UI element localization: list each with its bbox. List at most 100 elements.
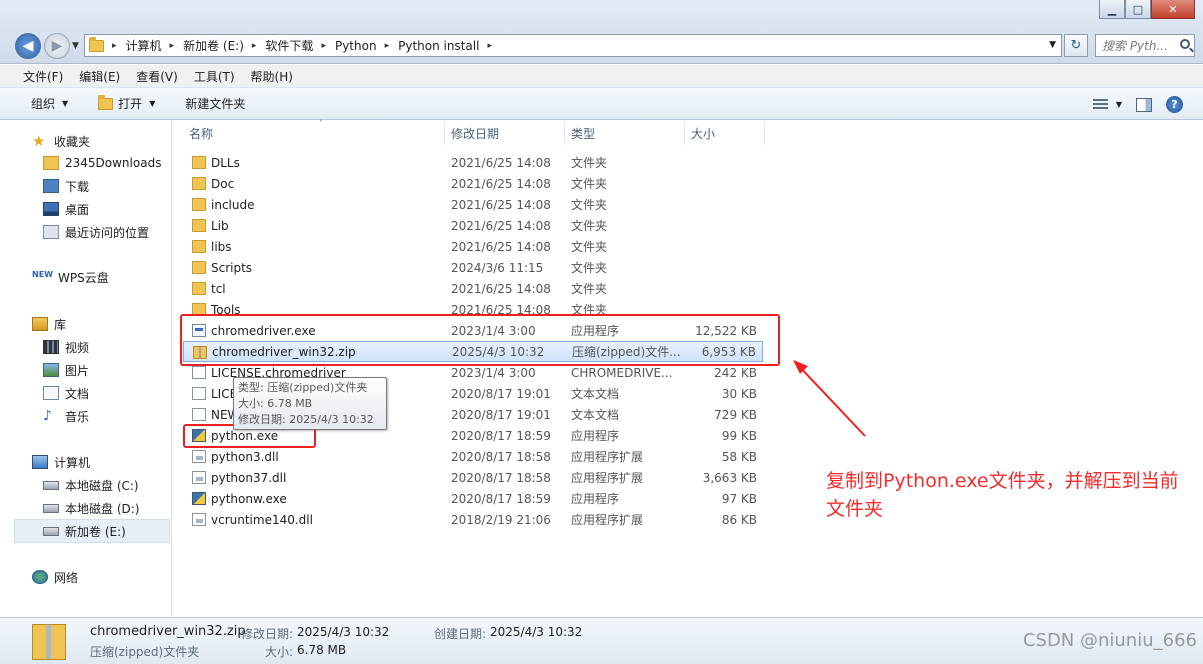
- chevron-right-icon[interactable]: ▸: [487, 41, 492, 51]
- folder-icon: [192, 198, 206, 211]
- zip-file-icon: [32, 624, 66, 660]
- forward-button[interactable]: ▶: [44, 33, 70, 59]
- sidebar-item-documents[interactable]: 文档: [43, 383, 89, 403]
- sidebar-item-downloads[interactable]: 下载: [43, 176, 89, 196]
- chevron-right-icon[interactable]: ▸: [170, 41, 175, 51]
- file-name: Doc: [211, 176, 235, 191]
- folder-icon: [192, 282, 206, 295]
- organize-button[interactable]: 组织 ▼: [31, 95, 68, 112]
- address-bar[interactable]: ▸ 计算机 ▸ 新加卷 (E:) ▸ 软件下载 ▸ Python ▸ Pytho…: [84, 34, 1062, 57]
- folder-icon: [192, 240, 206, 253]
- annotation-highlight-box: [180, 314, 780, 366]
- chevron-down-icon: ▼: [149, 99, 156, 108]
- file-row[interactable]: python37.dll 2020/8/17 18:58 应用程序扩展 3,663 K…: [183, 467, 763, 488]
- sidebar-item-label: 下载: [65, 179, 90, 194]
- address-history-dropdown[interactable]: ▼: [1049, 40, 1056, 50]
- menu-view[interactable]: 查看(V): [136, 68, 178, 85]
- new-folder-button[interactable]: 新建文件夹: [185, 95, 245, 112]
- navigation-pane: ★ 收藏夹 2345Downloads 下载 桌面 最近访问的位置 NEW WP…: [0, 121, 172, 616]
- breadcrumb-python-install[interactable]: Python install: [398, 39, 479, 53]
- organize-label: 组织: [31, 97, 56, 111]
- file-date: 2020/8/17 18:59: [451, 491, 551, 506]
- help-icon[interactable]: ?: [1166, 96, 1183, 113]
- back-button[interactable]: ◀: [15, 33, 41, 59]
- close-button[interactable]: ✕: [1151, 0, 1195, 19]
- breadcrumb-computer[interactable]: 计算机: [126, 37, 162, 54]
- sidebar-item-pictures[interactable]: 图片: [43, 360, 89, 380]
- file-row[interactable]: python3.dll 2020/8/17 18:58 应用程序扩展 58 KB: [183, 446, 763, 467]
- breadcrumb-software-downloads[interactable]: 软件下载: [265, 37, 313, 54]
- file-date: 2021/6/25 14:08: [451, 155, 551, 170]
- column-header-size[interactable]: 大小: [685, 121, 765, 145]
- sidebar-item-label: 文档: [65, 386, 90, 401]
- column-header-type[interactable]: 类型: [565, 121, 685, 145]
- open-label: 打开: [118, 97, 143, 111]
- file-row[interactable]: tcl 2021/6/25 14:08 文件夹: [183, 278, 763, 299]
- details-created-label: 创建日期:: [434, 627, 487, 641]
- sidebar-item-music[interactable]: ♪ 音乐: [43, 406, 89, 426]
- file-icon: [192, 387, 206, 400]
- sidebar-item-recent-places[interactable]: 最近访问的位置: [43, 222, 149, 242]
- sidebar-item-wps-cloud[interactable]: NEW WPS云盘: [32, 267, 109, 287]
- file-size: 97 KB: [721, 491, 757, 506]
- menu-edit[interactable]: 编辑(E): [79, 68, 120, 85]
- sidebar-item-drive-e[interactable]: 新加卷 (E:): [43, 521, 126, 541]
- annotation-arrow-icon: [793, 360, 866, 437]
- file-row[interactable]: DLLs 2021/6/25 14:08 文件夹: [183, 152, 763, 173]
- file-row[interactable]: include 2021/6/25 14:08 文件夹: [183, 194, 763, 215]
- file-date: 2020/8/17 18:58: [451, 449, 551, 464]
- file-row[interactable]: libs 2021/6/25 14:08 文件夹: [183, 236, 763, 257]
- details-modified-label: 修改日期:: [241, 627, 294, 641]
- network-icon: [32, 570, 48, 584]
- chevron-right-icon[interactable]: ▸: [112, 41, 117, 51]
- file-date: 2020/8/17 18:59: [451, 428, 551, 443]
- breadcrumb-drive-e[interactable]: 新加卷 (E:): [183, 37, 244, 54]
- file-row[interactable]: vcruntime140.dll 2018/2/19 21:06 应用程序扩展 86 …: [183, 509, 763, 530]
- details-modified-value: 2025/4/3 10:32: [297, 625, 390, 639]
- sidebar-item-2345downloads[interactable]: 2345Downloads: [43, 153, 161, 173]
- open-button[interactable]: 打开 ▼: [98, 94, 156, 112]
- sidebar-item-network[interactable]: 网络: [32, 567, 78, 587]
- sidebar-item-favorites[interactable]: ★ 收藏夹: [32, 131, 90, 151]
- file-date: 2023/1/4 3:00: [451, 365, 536, 380]
- file-type: CHROMEDRIVE...: [571, 365, 673, 380]
- search-icon[interactable]: [1180, 39, 1190, 49]
- change-view-icon[interactable]: [1092, 98, 1108, 111]
- maximize-button[interactable]: □: [1125, 0, 1151, 19]
- sidebar-item-computer[interactable]: 计算机: [32, 452, 90, 472]
- chevron-right-icon[interactable]: ▸: [385, 41, 390, 51]
- folder-icon: [192, 261, 206, 274]
- file-row[interactable]: Lib 2021/6/25 14:08 文件夹: [183, 215, 763, 236]
- menu-tools[interactable]: 工具(T): [194, 68, 235, 85]
- file-type: 文件夹: [571, 177, 608, 191]
- hard-disk-icon: [43, 480, 59, 490]
- file-row[interactable]: Scripts 2024/3/6 11:15 文件夹: [183, 257, 763, 278]
- column-headers: 名称 ˄ 修改日期 类型 大小: [173, 119, 765, 145]
- file-name: python37.dll: [211, 470, 287, 485]
- file-row[interactable]: Doc 2021/6/25 14:08 文件夹: [183, 173, 763, 194]
- sidebar-item-desktop[interactable]: 桌面: [43, 199, 89, 219]
- dll-file-icon: [192, 471, 206, 484]
- chevron-down-icon[interactable]: ▼: [1116, 100, 1122, 109]
- file-name: include: [211, 197, 255, 212]
- menu-help[interactable]: 帮助(H): [251, 68, 293, 85]
- sidebar-item-drive-c[interactable]: 本地磁盘 (C:): [43, 475, 139, 495]
- sidebar-item-drive-d[interactable]: 本地磁盘 (D:): [43, 498, 139, 518]
- menu-file[interactable]: 文件(F): [23, 68, 63, 85]
- search-input[interactable]: 搜索 Pyth...: [1095, 34, 1195, 57]
- file-date: 2024/3/6 11:15: [451, 260, 544, 275]
- preview-pane-icon[interactable]: [1136, 97, 1152, 112]
- column-header-date[interactable]: 修改日期: [445, 121, 565, 145]
- sidebar-item-libraries[interactable]: 库: [32, 314, 66, 334]
- column-header-name[interactable]: 名称 ˄: [183, 119, 445, 145]
- sidebar-item-label: 本地磁盘 (C:): [65, 478, 139, 493]
- sidebar-item-videos[interactable]: 视频: [43, 337, 89, 357]
- chevron-right-icon[interactable]: ▸: [321, 41, 326, 51]
- chevron-right-icon[interactable]: ▸: [252, 41, 257, 51]
- sidebar-item-label: 计算机: [54, 455, 91, 470]
- minimize-button[interactable]: ▁: [1099, 0, 1125, 19]
- refresh-button[interactable]: ↻: [1064, 34, 1088, 57]
- recent-pages-dropdown[interactable]: ▼: [72, 41, 79, 51]
- breadcrumb-python[interactable]: Python: [335, 39, 377, 53]
- file-row[interactable]: pythonw.exe 2020/8/17 18:59 应用程序 97 KB: [183, 488, 763, 509]
